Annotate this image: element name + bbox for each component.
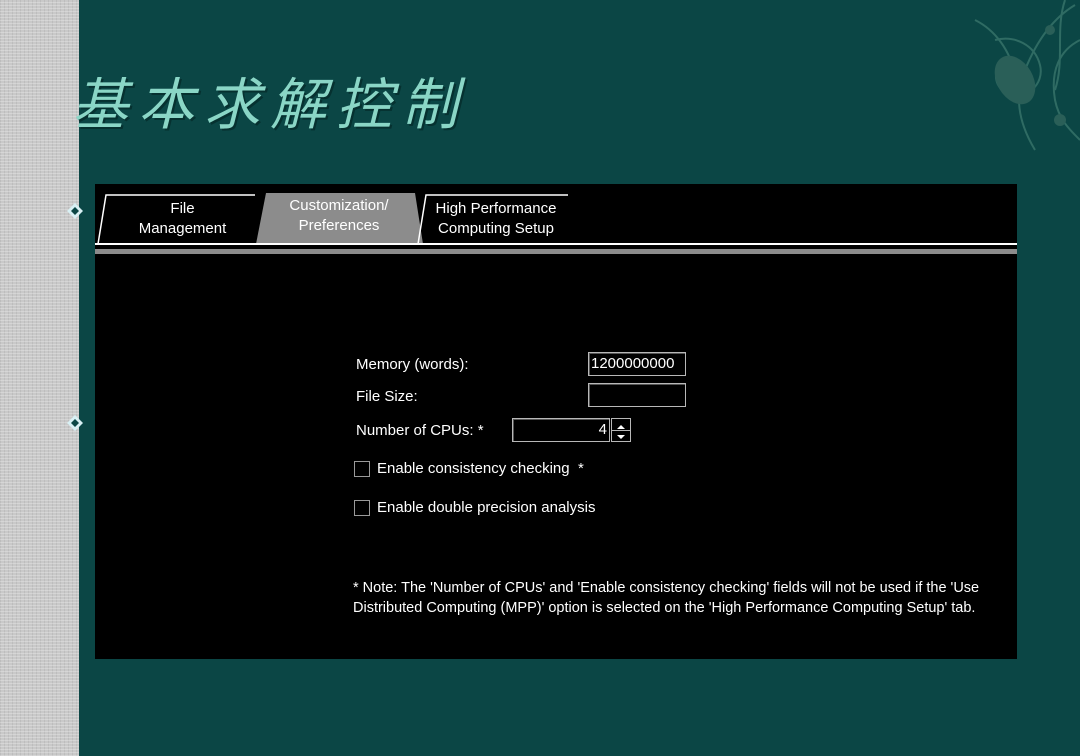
filesize-input[interactable] <box>588 383 686 407</box>
tab-high-performance-computing[interactable]: High Performance Computing Setup <box>425 199 567 239</box>
tab-hpc-line1: High Performance <box>435 200 557 217</box>
diamond-bullet-icon <box>67 203 83 219</box>
tab-strip: File Management Customization/ Preferenc… <box>95 184 1017 254</box>
mpp-note: * Note: The 'Number of CPUs' and 'Enable… <box>353 580 980 616</box>
spin-down-icon[interactable] <box>612 430 630 441</box>
double-precision-label: Enable double precision analysis <box>377 499 596 516</box>
tab-file-management[interactable]: File Management <box>110 199 255 239</box>
tab-file-management-line1: File <box>170 200 195 217</box>
cpus-label: Number of CPUs: * <box>356 422 484 439</box>
double-precision-checkbox[interactable] <box>354 500 370 516</box>
cpus-input[interactable]: 4 <box>512 418 610 442</box>
slide-title: 基本求解控制 <box>72 73 468 138</box>
floral-ornament-icon <box>974 0 1080 151</box>
tab-baseline <box>95 243 1017 245</box>
tab-file-management-line2: Management <box>138 220 227 237</box>
memory-input[interactable]: 1200000000 <box>588 352 686 376</box>
tab-customization-line1: Customization/ <box>289 197 389 214</box>
consistency-checkbox[interactable] <box>354 461 370 477</box>
tab-content-band <box>95 249 1017 254</box>
tab-customization-line2: Preferences <box>298 217 380 234</box>
tab-customization-preferences[interactable]: Customization/ Preferences <box>265 196 413 236</box>
left-decorative-strip <box>0 0 79 756</box>
filesize-label: File Size: <box>356 388 418 405</box>
tab-hpc-line2: Computing Setup <box>438 220 554 237</box>
diamond-bullet-icon <box>67 415 83 431</box>
cpus-spinner[interactable] <box>611 418 631 442</box>
consistency-label: Enable consistency checking * <box>377 460 584 477</box>
memory-label: Memory (words): <box>356 356 469 373</box>
solver-settings-panel: File Management Customization/ Preferenc… <box>95 184 1017 659</box>
